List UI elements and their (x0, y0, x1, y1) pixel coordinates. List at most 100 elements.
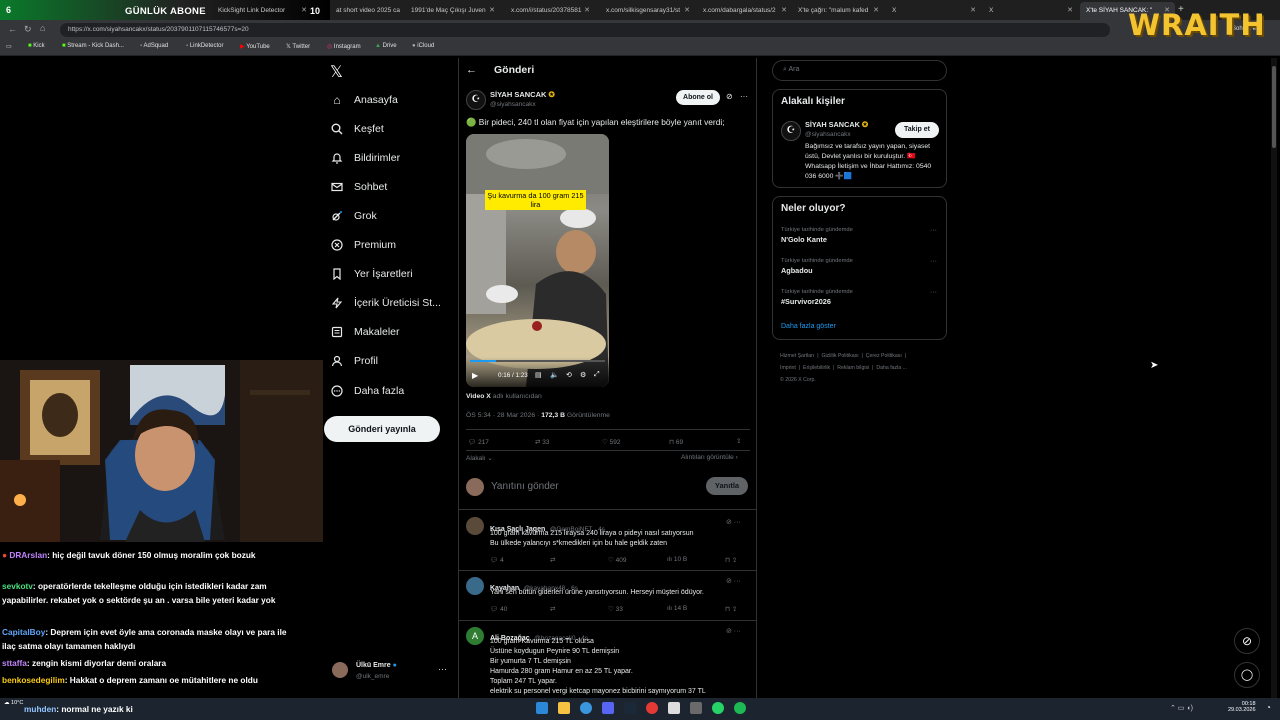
bookmark-adsquad[interactable]: ▪ AdSquad (140, 43, 168, 49)
grok-explain-icon[interactable]: ⊘ ··· (726, 518, 741, 526)
close-icon[interactable]: ✕ (301, 6, 307, 14)
views-action[interactable]: ılı 10 B (667, 556, 687, 563)
bookmark-linkdetector[interactable]: ▪ LinkDetector (186, 43, 224, 49)
trend-item[interactable]: Türkiye tarihinde gündemde N'Golo Kante (781, 227, 853, 244)
reply-action[interactable]: 💬︎ 4 (490, 556, 504, 564)
reload-icon[interactable]: ↻ (24, 24, 32, 35)
like-action[interactable]: ♡ 409 (608, 556, 627, 564)
steam-icon[interactable] (624, 702, 636, 714)
volume-icon[interactable]: 🔈 (550, 371, 559, 379)
post-button[interactable]: Gönderi yayınla (324, 416, 440, 442)
app-icon[interactable] (668, 702, 680, 714)
reply-avatar[interactable]: A (466, 627, 484, 645)
follow-button[interactable]: Takip et (895, 122, 939, 138)
page-scrollbar[interactable] (1271, 58, 1277, 698)
whatsapp-icon[interactable] (712, 702, 724, 714)
browser-tab[interactable]: KickSight Link Detector ✕ (212, 2, 312, 20)
scrollbar-thumb[interactable] (1272, 66, 1276, 148)
repost-icon[interactable]: ⇄ (550, 556, 555, 564)
search-input[interactable]: ⌕ Ara (772, 60, 947, 81)
back-arrow-icon[interactable]: ← (466, 64, 477, 76)
browser-tab[interactable]: 1991'de Maç Çıkışı Juven ✕ (405, 2, 500, 20)
chat-username[interactable]: muhden (24, 704, 56, 714)
x-logo-icon[interactable]: 𝕏 (330, 62, 343, 82)
nav-explore[interactable]: Keşfet (330, 119, 384, 139)
close-icon[interactable]: ✕ (489, 6, 495, 14)
close-icon[interactable]: ✕ (781, 6, 787, 14)
chat-username[interactable]: CapitalBoy (2, 627, 45, 637)
system-tray-icons[interactable]: ⌃ ▭ ◖) (1170, 704, 1193, 712)
repost-icon[interactable]: ⇄ (550, 605, 555, 613)
grok-explain-icon[interactable]: ⊘ ··· (726, 577, 741, 585)
show-more-link[interactable]: Daha fazla göster (781, 323, 836, 330)
bookmark-icloud[interactable]: ● iCloud (412, 43, 434, 49)
browser-tab[interactable]: X'te çağrı: "malum kafed ✕ (792, 2, 884, 20)
browser-tab[interactable]: at short video 2025 ca (330, 2, 405, 20)
chat-username[interactable]: DRArslan (9, 550, 47, 560)
reply-avatar[interactable] (466, 577, 484, 595)
bookmark-action[interactable]: ⊓ 69 (669, 438, 683, 446)
footer-link[interactable]: Imprint (780, 365, 796, 371)
browser-tab[interactable]: x.com/dabargala/status/2 ✕ (697, 2, 792, 20)
close-icon[interactable]: ✕ (873, 6, 879, 14)
footer-link[interactable]: Erişilebilirlik (803, 365, 830, 371)
chat-username[interactable]: sttaffa (2, 658, 27, 668)
bookmark-share-icons[interactable]: ⊓ ⇪ (725, 605, 737, 613)
file-explorer-icon[interactable] (558, 702, 570, 714)
nav-notifications[interactable]: Bildirimler (330, 148, 400, 168)
fullscreen-icon[interactable]: ⤢ (594, 371, 600, 379)
back-icon[interactable]: ← (8, 24, 17, 34)
grok-fab-icon[interactable]: ⊘ (1234, 628, 1260, 654)
reply-input[interactable]: Yanıtını gönder (491, 481, 559, 492)
account-more-icon[interactable]: ··· (438, 664, 447, 674)
reply-action[interactable]: 💬︎ 40 (490, 605, 507, 613)
close-icon[interactable]: ✕ (1067, 6, 1073, 14)
loop-icon[interactable]: ⟲ (566, 371, 572, 379)
view-quotes-link[interactable]: Alıntıları görüntüle › (681, 454, 738, 461)
home-button-icon[interactable]: ⌂ (40, 23, 45, 33)
nav-profile[interactable]: Profil (330, 351, 378, 371)
grok-explain-icon[interactable]: ⊘ (726, 92, 733, 101)
bookmark-youtube[interactable]: ▶ YouTube (240, 43, 270, 50)
footer-link[interactable]: Çerez Politikası (866, 353, 902, 359)
bookmark-twitter[interactable]: 𝕏 Twitter (286, 43, 310, 50)
url-input[interactable]: https://x.com/siyahsancakx/status/203790… (60, 23, 1110, 37)
nav-creator-studio[interactable]: İçerik Üreticisi St... (330, 293, 441, 313)
chat-username[interactable]: sevkotv (2, 581, 33, 591)
sort-dropdown[interactable]: Alakalı ⌄ (466, 454, 493, 462)
footer-link[interactable]: Reklam bilgisi (837, 365, 869, 371)
nav-grok[interactable]: Grok (330, 206, 377, 226)
app-icon[interactable] (690, 702, 702, 714)
reply-avatar[interactable] (466, 517, 484, 535)
bookmark-share-icons[interactable]: ⊓ ⇪ (725, 556, 737, 564)
like-action[interactable]: ♡ 33 (608, 605, 623, 613)
nav-more[interactable]: Daha fazla (330, 381, 404, 401)
trend-more-icon[interactable]: ··· (930, 227, 937, 234)
video-credit-source[interactable]: Video X (466, 393, 491, 400)
bookmark-instagram[interactable]: ◎ Instagram (327, 43, 361, 50)
related-avatar[interactable]: ☪ (781, 121, 801, 141)
nav-messages[interactable]: Sohbet (330, 177, 387, 197)
trend-more-icon[interactable]: ··· (930, 258, 937, 265)
chat-username[interactable]: benkosedegilim (2, 675, 65, 685)
trend-item[interactable]: Türkiye tarihinde gündemde Agbadou (781, 258, 853, 275)
grok-explain-icon[interactable]: ⊘ ··· (726, 627, 741, 635)
related-name[interactable]: SİYAH SANCAK ✪ (805, 120, 868, 129)
browser-tab[interactable]: X ✕ (886, 2, 981, 20)
reply-action[interactable]: 💬︎ 217 (468, 438, 489, 446)
play-icon[interactable]: ▶ (472, 371, 478, 380)
author-avatar[interactable]: ☪ (466, 90, 486, 110)
trend-item[interactable]: Türkiye tarihinde gündemde #Survivor2026 (781, 289, 853, 306)
subscribe-button[interactable]: Abone ol (676, 90, 720, 105)
repost-action[interactable]: ⇄ 33 (535, 438, 550, 446)
share-icon[interactable]: ⇪ (736, 437, 741, 445)
footer-link[interactable]: Daha fazla ... (876, 365, 907, 371)
browser-tab[interactable]: x.com/silkisgensaray31/st ✕ (600, 2, 695, 20)
browser-tab[interactable]: X ✕ (983, 2, 1078, 20)
start-icon[interactable] (536, 702, 548, 714)
avatar[interactable] (332, 662, 348, 678)
discord-icon[interactable] (602, 702, 614, 714)
like-action[interactable]: ♡ 592 (602, 438, 621, 446)
author-name[interactable]: SİYAH SANCAK ✪ (490, 90, 555, 99)
browser-tab[interactable]: x.com/i/status/20378581 ✕ (505, 2, 595, 20)
